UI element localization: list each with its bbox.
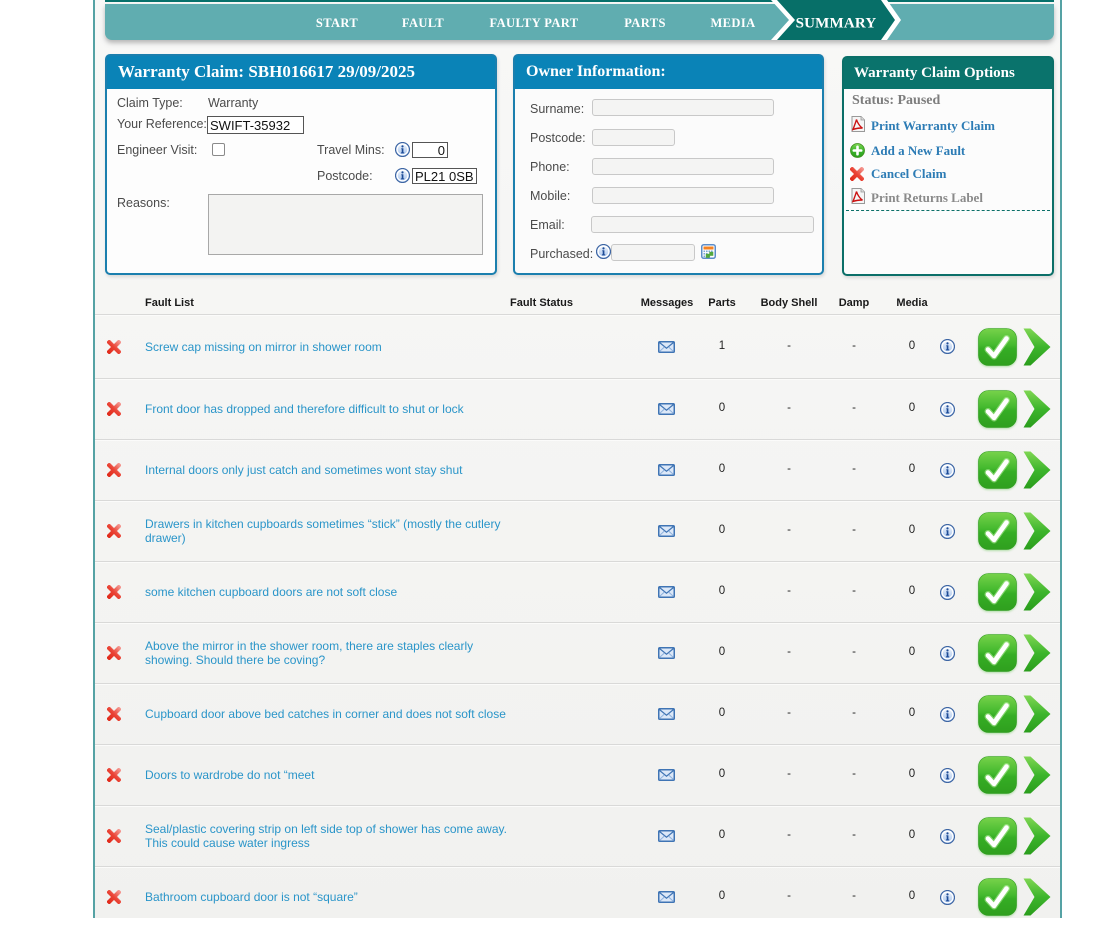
svg-text:SUMMARY: SUMMARY bbox=[796, 16, 877, 32]
